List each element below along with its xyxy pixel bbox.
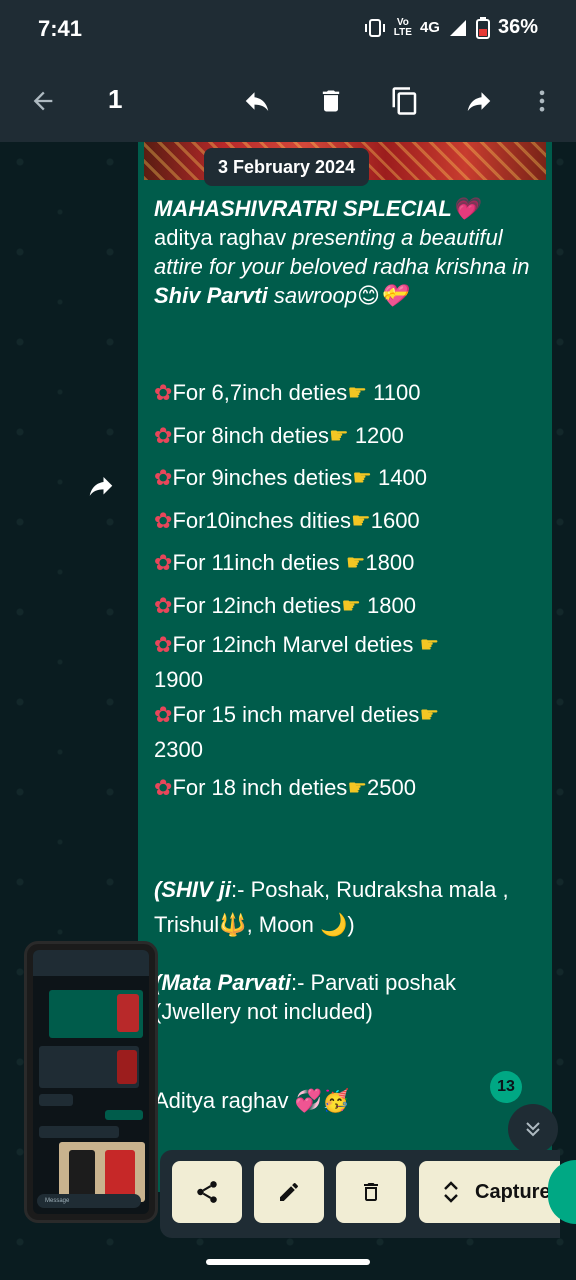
message-text: MAHASHIVRATRI SPLECIAL💗 aditya raghav pr…: [154, 194, 546, 1115]
price-item: ✿For 8inch deties☛ 1200: [154, 422, 404, 448]
more-vert-icon[interactable]: [520, 78, 564, 124]
thumbnail-preview: Message: [33, 950, 149, 1214]
screen: 7:41 Vo LTE 4G 36% 1 3 February 2024 MAH…: [0, 0, 576, 1280]
signal-icon: [449, 19, 466, 36]
message-title: MAHASHIVRATRI SPLECIAL💗: [154, 196, 480, 221]
delete-screenshot-button[interactable]: [336, 1161, 406, 1223]
pointing-hand-icon: ☛: [347, 775, 368, 800]
pointing-hand-icon: ☛: [350, 507, 371, 533]
pointing-hand-icon: ☛: [341, 592, 361, 618]
rose-icon: ✿: [154, 465, 173, 490]
price-item: ✿For 11inch deties ☛1800: [154, 550, 415, 575]
expand-vertical-icon: [444, 1181, 458, 1203]
screenshot-action-bar: Capture: [160, 1150, 560, 1238]
battery-icon: [475, 16, 490, 39]
pointing-hand-icon: ☛: [419, 632, 440, 657]
rose-icon: ✿: [154, 507, 173, 533]
status-bar: 7:41 Vo LTE 4G 36%: [0, 0, 576, 60]
price-item: ✿For10inches dities☛1600: [154, 507, 420, 533]
price-item: ✿For 9inches deties☛ 1400: [154, 465, 427, 490]
pointing-hand-icon: ☛: [352, 465, 372, 490]
share-button[interactable]: [172, 1161, 242, 1223]
forward-shortcut-icon[interactable]: [86, 472, 116, 502]
forward-icon[interactable]: [456, 78, 502, 124]
capture-more-button[interactable]: Capture: [419, 1161, 560, 1223]
status-time: 7:41: [38, 16, 83, 41]
chevron-double-down-icon: [526, 1122, 540, 1137]
rose-icon: ✿: [154, 702, 173, 727]
price-item: ✿For 6,7inch deties☛ 1100: [154, 380, 421, 405]
rose-icon: ✿: [154, 775, 173, 800]
rose-icon: ✿: [154, 550, 173, 575]
price-item: ✿For 15 inch marvel deties☛ 2300: [154, 702, 440, 762]
vibrate-icon: [364, 18, 385, 37]
share-icon: [197, 1181, 217, 1203]
date-chip: 3 February 2024: [204, 148, 370, 186]
capture-label: Capture: [475, 1180, 551, 1203]
rose-icon: ✿: [154, 632, 173, 657]
signature: Aditya raghav 💞🥳: [154, 1087, 350, 1113]
battery-percent: 36%: [497, 16, 538, 38]
price-item: ✿For 12inch deties☛ 1800: [154, 592, 416, 618]
edit-button[interactable]: [254, 1161, 324, 1223]
gesture-nav-pill[interactable]: [206, 1259, 370, 1265]
network-type: 4G: [419, 19, 440, 36]
reply-icon[interactable]: [234, 78, 280, 124]
price-item: ✿For 12inch Marvel deties ☛ 1900: [154, 632, 440, 692]
pencil-icon: [280, 1182, 298, 1201]
delete-icon[interactable]: [308, 78, 354, 124]
parvati-details: (Mata Parvati:- Parvati poshak (Jwellery…: [154, 969, 457, 1024]
status-right: Vo LTE 4G 36%: [364, 16, 538, 39]
pointing-hand-icon: ☛: [345, 550, 366, 575]
trash-icon: [364, 1183, 378, 1201]
pointing-hand-icon: ☛: [328, 422, 349, 448]
rose-icon: ✿: [154, 422, 173, 448]
price-item: ✿For 18 inch deties☛2500: [154, 775, 416, 800]
unread-badge: 13: [490, 1071, 522, 1103]
back-arrow-icon[interactable]: [20, 78, 66, 124]
rose-icon: ✿: [154, 380, 173, 405]
selection-toolbar: 1: [0, 60, 576, 142]
pointing-hand-icon: ☛: [419, 702, 440, 727]
volte-icon: Vo LTE: [393, 16, 412, 38]
rose-icon: ✿: [154, 592, 173, 618]
pointing-hand-icon: ☛: [347, 380, 368, 405]
message-intro: aditya raghav presenting a beautiful att…: [154, 225, 530, 308]
selected-count: 1: [108, 84, 123, 114]
copy-icon[interactable]: [382, 78, 428, 124]
thumbnail-message-input: Message: [37, 1194, 141, 1208]
screenshot-thumbnail[interactable]: Message: [24, 941, 158, 1223]
scroll-down-button[interactable]: [508, 1104, 558, 1154]
shiv-details: (SHIV ji:- Poshak, Rudraksha mala , Tris…: [154, 876, 509, 937]
